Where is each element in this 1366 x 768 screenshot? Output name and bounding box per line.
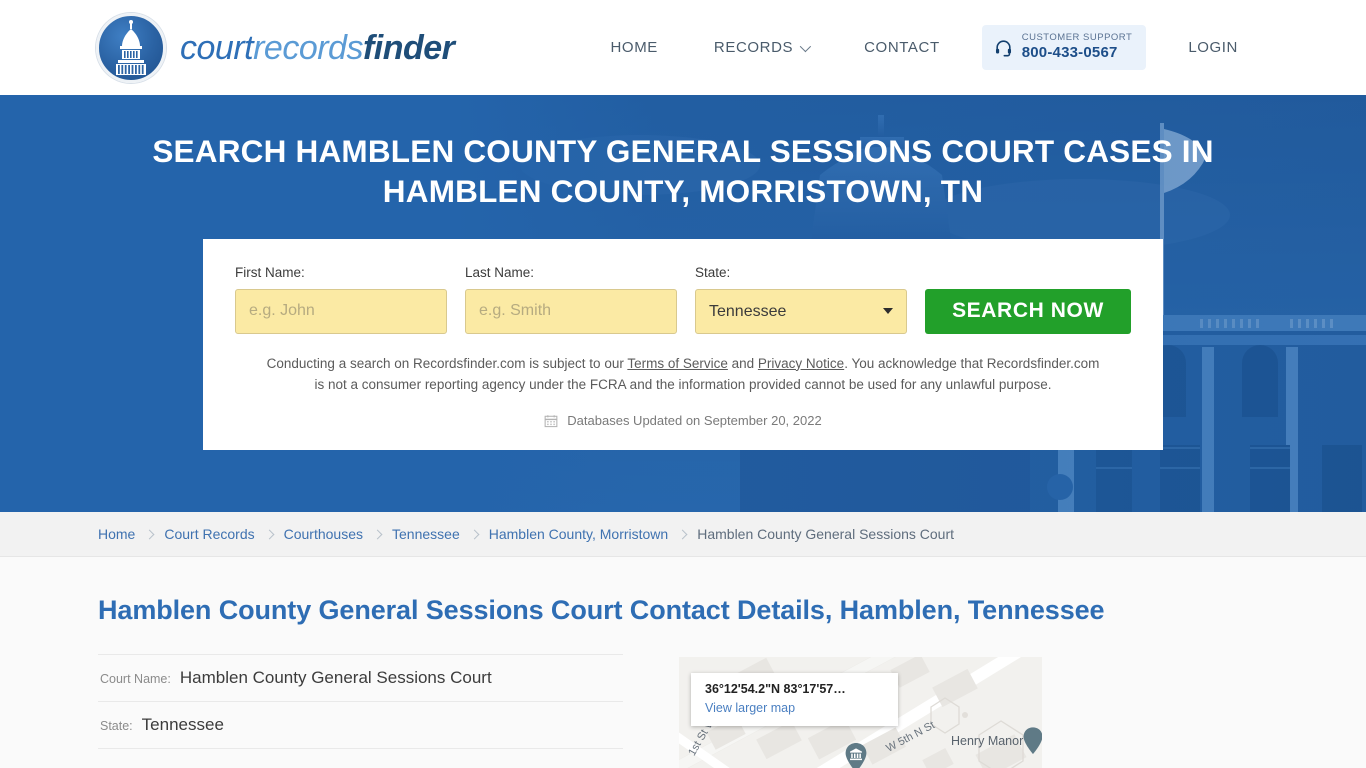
table-row: Court Name: Hamblen County General Sessi… <box>98 654 623 703</box>
breadcrumb-bar: Home Court Records Courthouses Tennessee… <box>0 512 1366 557</box>
chevron-down-icon <box>799 40 812 52</box>
site-header: courtrecordsfinder HOME RECORDS CONTACT <box>0 0 1366 95</box>
brand-word-finder: finder <box>362 28 455 67</box>
nav-item-records[interactable]: RECORDS <box>686 39 836 56</box>
chevron-right-icon <box>469 529 480 539</box>
hero-section: SEARCH HAMBLEN COUNTY GENERAL SESSIONS C… <box>0 95 1366 512</box>
search-disclaimer: Conducting a search on Recordsfinder.com… <box>235 353 1131 397</box>
nav-item-home[interactable]: HOME <box>583 39 686 56</box>
detail-value-state: Tennessee <box>141 715 224 735</box>
brand-logo-link[interactable]: courtrecordsfinder <box>96 12 455 83</box>
chevron-right-icon <box>677 529 688 539</box>
chevron-right-icon <box>144 529 155 539</box>
detail-key-state: State: <box>100 719 133 734</box>
map-coordinates: 36°12'54.2"N 83°17'57… <box>705 682 846 697</box>
nav-item-home-label: HOME <box>610 39 658 56</box>
disclaimer-text-2: and <box>727 355 758 371</box>
detail-key-court-name: Court Name: <box>100 672 171 687</box>
search-form-card: First Name: Last Name: State: Tennessee <box>203 238 1163 451</box>
state-label: State: <box>695 264 731 280</box>
terms-of-service-link[interactable]: Terms of Service <box>627 356 728 371</box>
customer-support-badge[interactable]: CUSTOMER SUPPORT 800-433-0567 <box>981 25 1147 70</box>
headset-icon <box>994 38 1013 57</box>
breadcrumb: Home Court Records Courthouses Tennessee… <box>98 526 954 542</box>
breadcrumb-item-courthouses[interactable]: Courthouses <box>284 526 363 542</box>
capitol-dome-icon <box>96 12 166 83</box>
last-name-label: Last Name: <box>465 264 535 280</box>
section-title: Hamblen County General Sessions Court Co… <box>98 595 1105 625</box>
chevron-right-icon <box>372 529 383 539</box>
nav-item-records-label: RECORDS <box>713 39 794 56</box>
map-info-card: 36°12'54.2"N 83°17'57… View larger map <box>691 673 898 727</box>
disclaimer-text-1: Conducting a search on Recordsfinder.com… <box>266 355 628 371</box>
databases-updated-text: Databases Updated on September 20, 2022 <box>567 413 822 429</box>
first-name-input[interactable] <box>235 288 447 334</box>
last-name-input[interactable] <box>465 288 677 334</box>
brand-wordmark: courtrecordsfinder <box>180 28 455 67</box>
main-navigation: HOME RECORDS CONTACT CUSTOMER SUPPORT 80… <box>583 0 1267 95</box>
content-row: Court Name: Hamblen County General Sessi… <box>98 626 1268 768</box>
search-form-row: First Name: Last Name: State: Tennessee <box>235 265 1131 334</box>
nav-item-contact[interactable]: CONTACT <box>836 39 968 56</box>
breadcrumb-item-home[interactable]: Home <box>98 526 135 542</box>
databases-updated: Databases Updated on September 20, 2022 <box>235 413 1131 428</box>
court-details-table: Court Name: Hamblen County General Sessi… <box>98 654 623 768</box>
main-content: Hamblen County General Sessions Court Co… <box>0 557 1366 768</box>
search-now-button[interactable]: SEARCH NOW <box>925 288 1131 334</box>
breadcrumb-item-current: Hamblen County General Sessions Court <box>697 526 955 542</box>
brand-word-court: court <box>180 28 254 67</box>
calendar-icon <box>544 414 558 428</box>
support-phone[interactable]: 800-433-0567 <box>1022 44 1133 61</box>
museum-pin-icon[interactable] <box>845 743 867 768</box>
map-marker-secondary-icon[interactable] <box>1023 727 1042 760</box>
brand-word-records: records <box>253 28 363 67</box>
privacy-notice-link[interactable]: Privacy Notice <box>758 356 844 371</box>
map-place-label-henry-manor: Henry Manor <box>951 734 1024 749</box>
view-larger-map-link[interactable]: View larger map <box>705 701 884 715</box>
location-map[interactable]: W 5th N St 1st St W Henry Manor 36°12'54… <box>679 657 1042 768</box>
first-name-label: First Name: <box>235 264 305 280</box>
detail-value-court-name: Hamblen County General Sessions Court <box>179 668 492 688</box>
chevron-right-icon <box>264 529 275 539</box>
breadcrumb-item-tennessee[interactable]: Tennessee <box>392 526 460 542</box>
nav-item-login[interactable]: LOGIN <box>1160 39 1266 56</box>
breadcrumb-item-county[interactable]: Hamblen County, Morristown <box>489 526 668 542</box>
breadcrumb-item-court-records[interactable]: Court Records <box>164 526 254 542</box>
nav-item-contact-label: CONTACT <box>864 39 940 56</box>
nav-item-login-label: LOGIN <box>1188 39 1238 56</box>
table-row: State: Tennessee <box>98 702 623 750</box>
support-label: CUSTOMER SUPPORT <box>1021 32 1133 44</box>
state-select[interactable]: Tennessee <box>695 288 907 334</box>
page-title: SEARCH HAMBLEN COUNTY GENERAL SESSIONS C… <box>152 133 1214 210</box>
